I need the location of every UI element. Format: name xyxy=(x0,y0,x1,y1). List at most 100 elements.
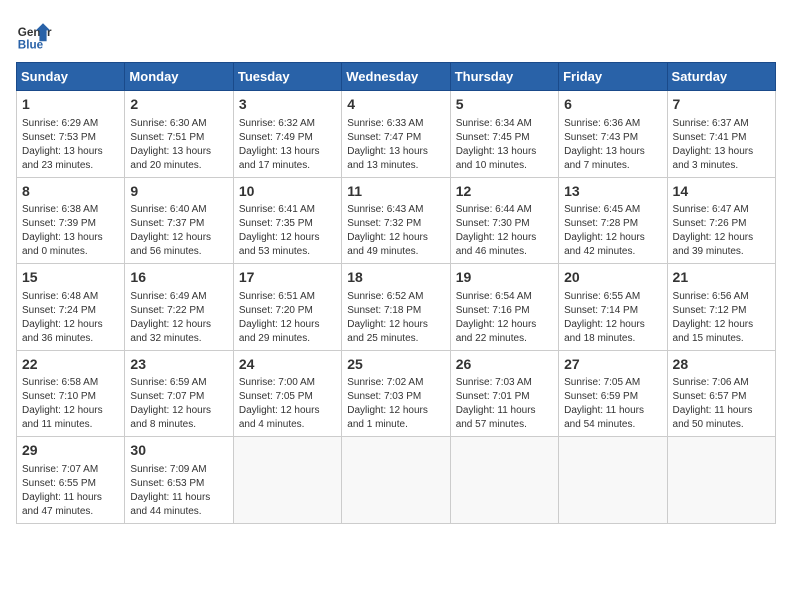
calendar-cell: 21Sunrise: 6:56 AMSunset: 7:12 PMDayligh… xyxy=(667,264,775,351)
day-number: 4 xyxy=(347,95,444,115)
header-thursday: Thursday xyxy=(450,63,558,91)
day-info: Sunrise: 6:45 AMSunset: 7:28 PMDaylight:… xyxy=(564,203,661,259)
calendar-cell xyxy=(559,437,667,524)
calendar-cell xyxy=(450,437,558,524)
day-number: 16 xyxy=(130,268,227,288)
header-wednesday: Wednesday xyxy=(342,63,450,91)
day-number: 2 xyxy=(130,95,227,115)
calendar-cell: 4Sunrise: 6:33 AMSunset: 7:47 PMDaylight… xyxy=(342,91,450,178)
header-friday: Friday xyxy=(559,63,667,91)
day-number: 3 xyxy=(239,95,336,115)
calendar-cell: 23Sunrise: 6:59 AMSunset: 7:07 PMDayligh… xyxy=(125,350,233,437)
calendar-cell: 19Sunrise: 6:54 AMSunset: 7:16 PMDayligh… xyxy=(450,264,558,351)
day-info: Sunrise: 6:30 AMSunset: 7:51 PMDaylight:… xyxy=(130,117,227,173)
day-info: Sunrise: 6:29 AMSunset: 7:53 PMDaylight:… xyxy=(22,117,119,173)
day-number: 30 xyxy=(130,441,227,461)
calendar-cell: 17Sunrise: 6:51 AMSunset: 7:20 PMDayligh… xyxy=(233,264,341,351)
day-info: Sunrise: 6:55 AMSunset: 7:14 PMDaylight:… xyxy=(564,290,661,346)
day-info: Sunrise: 6:48 AMSunset: 7:24 PMDaylight:… xyxy=(22,290,119,346)
day-info: Sunrise: 6:34 AMSunset: 7:45 PMDaylight:… xyxy=(456,117,553,173)
day-number: 12 xyxy=(456,182,553,202)
calendar-body: 1Sunrise: 6:29 AMSunset: 7:53 PMDaylight… xyxy=(17,91,776,524)
day-info: Sunrise: 6:37 AMSunset: 7:41 PMDaylight:… xyxy=(673,117,770,173)
day-number: 13 xyxy=(564,182,661,202)
calendar-cell: 9Sunrise: 6:40 AMSunset: 7:37 PMDaylight… xyxy=(125,177,233,264)
calendar-cell: 14Sunrise: 6:47 AMSunset: 7:26 PMDayligh… xyxy=(667,177,775,264)
calendar-cell: 24Sunrise: 7:00 AMSunset: 7:05 PMDayligh… xyxy=(233,350,341,437)
header-sunday: Sunday xyxy=(17,63,125,91)
day-number: 9 xyxy=(130,182,227,202)
day-info: Sunrise: 7:05 AMSunset: 6:59 PMDaylight:… xyxy=(564,376,661,432)
header-monday: Monday xyxy=(125,63,233,91)
day-info: Sunrise: 7:02 AMSunset: 7:03 PMDaylight:… xyxy=(347,376,444,432)
day-number: 19 xyxy=(456,268,553,288)
calendar-cell: 1Sunrise: 6:29 AMSunset: 7:53 PMDaylight… xyxy=(17,91,125,178)
calendar-cell: 15Sunrise: 6:48 AMSunset: 7:24 PMDayligh… xyxy=(17,264,125,351)
calendar-week-row: 15Sunrise: 6:48 AMSunset: 7:24 PMDayligh… xyxy=(17,264,776,351)
day-number: 20 xyxy=(564,268,661,288)
calendar-cell: 28Sunrise: 7:06 AMSunset: 6:57 PMDayligh… xyxy=(667,350,775,437)
calendar-cell: 13Sunrise: 6:45 AMSunset: 7:28 PMDayligh… xyxy=(559,177,667,264)
calendar-cell: 12Sunrise: 6:44 AMSunset: 7:30 PMDayligh… xyxy=(450,177,558,264)
weekday-header-row: Sunday Monday Tuesday Wednesday Thursday… xyxy=(17,63,776,91)
calendar-cell xyxy=(667,437,775,524)
day-number: 18 xyxy=(347,268,444,288)
calendar-cell: 27Sunrise: 7:05 AMSunset: 6:59 PMDayligh… xyxy=(559,350,667,437)
day-info: Sunrise: 6:43 AMSunset: 7:32 PMDaylight:… xyxy=(347,203,444,259)
calendar-table: Sunday Monday Tuesday Wednesday Thursday… xyxy=(16,62,776,524)
day-number: 11 xyxy=(347,182,444,202)
calendar-cell: 20Sunrise: 6:55 AMSunset: 7:14 PMDayligh… xyxy=(559,264,667,351)
calendar-cell: 26Sunrise: 7:03 AMSunset: 7:01 PMDayligh… xyxy=(450,350,558,437)
day-info: Sunrise: 6:47 AMSunset: 7:26 PMDaylight:… xyxy=(673,203,770,259)
calendar-cell: 16Sunrise: 6:49 AMSunset: 7:22 PMDayligh… xyxy=(125,264,233,351)
calendar-cell: 7Sunrise: 6:37 AMSunset: 7:41 PMDaylight… xyxy=(667,91,775,178)
calendar-cell: 5Sunrise: 6:34 AMSunset: 7:45 PMDaylight… xyxy=(450,91,558,178)
calendar-cell xyxy=(233,437,341,524)
logo: General Blue xyxy=(16,16,52,52)
calendar-cell xyxy=(342,437,450,524)
day-number: 22 xyxy=(22,355,119,375)
day-info: Sunrise: 6:52 AMSunset: 7:18 PMDaylight:… xyxy=(347,290,444,346)
day-number: 5 xyxy=(456,95,553,115)
day-info: Sunrise: 6:44 AMSunset: 7:30 PMDaylight:… xyxy=(456,203,553,259)
calendar-cell: 6Sunrise: 6:36 AMSunset: 7:43 PMDaylight… xyxy=(559,91,667,178)
day-info: Sunrise: 7:03 AMSunset: 7:01 PMDaylight:… xyxy=(456,376,553,432)
calendar-week-row: 22Sunrise: 6:58 AMSunset: 7:10 PMDayligh… xyxy=(17,350,776,437)
day-info: Sunrise: 7:09 AMSunset: 6:53 PMDaylight:… xyxy=(130,463,227,519)
day-info: Sunrise: 6:40 AMSunset: 7:37 PMDaylight:… xyxy=(130,203,227,259)
day-info: Sunrise: 6:41 AMSunset: 7:35 PMDaylight:… xyxy=(239,203,336,259)
calendar-week-row: 1Sunrise: 6:29 AMSunset: 7:53 PMDaylight… xyxy=(17,91,776,178)
calendar-cell: 22Sunrise: 6:58 AMSunset: 7:10 PMDayligh… xyxy=(17,350,125,437)
day-info: Sunrise: 6:32 AMSunset: 7:49 PMDaylight:… xyxy=(239,117,336,173)
day-info: Sunrise: 7:07 AMSunset: 6:55 PMDaylight:… xyxy=(22,463,119,519)
header-saturday: Saturday xyxy=(667,63,775,91)
day-number: 14 xyxy=(673,182,770,202)
day-info: Sunrise: 6:38 AMSunset: 7:39 PMDaylight:… xyxy=(22,203,119,259)
day-info: Sunrise: 6:58 AMSunset: 7:10 PMDaylight:… xyxy=(22,376,119,432)
day-number: 21 xyxy=(673,268,770,288)
day-info: Sunrise: 6:51 AMSunset: 7:20 PMDaylight:… xyxy=(239,290,336,346)
day-info: Sunrise: 7:00 AMSunset: 7:05 PMDaylight:… xyxy=(239,376,336,432)
calendar-cell: 30Sunrise: 7:09 AMSunset: 6:53 PMDayligh… xyxy=(125,437,233,524)
calendar-cell: 2Sunrise: 6:30 AMSunset: 7:51 PMDaylight… xyxy=(125,91,233,178)
day-number: 23 xyxy=(130,355,227,375)
day-number: 25 xyxy=(347,355,444,375)
day-info: Sunrise: 6:49 AMSunset: 7:22 PMDaylight:… xyxy=(130,290,227,346)
day-info: Sunrise: 6:36 AMSunset: 7:43 PMDaylight:… xyxy=(564,117,661,173)
calendar-cell: 25Sunrise: 7:02 AMSunset: 7:03 PMDayligh… xyxy=(342,350,450,437)
day-info: Sunrise: 6:56 AMSunset: 7:12 PMDaylight:… xyxy=(673,290,770,346)
day-number: 27 xyxy=(564,355,661,375)
day-number: 6 xyxy=(564,95,661,115)
day-number: 17 xyxy=(239,268,336,288)
day-number: 8 xyxy=(22,182,119,202)
day-number: 15 xyxy=(22,268,119,288)
calendar-cell: 18Sunrise: 6:52 AMSunset: 7:18 PMDayligh… xyxy=(342,264,450,351)
day-number: 26 xyxy=(456,355,553,375)
page-header: General Blue xyxy=(16,16,776,52)
calendar-cell: 3Sunrise: 6:32 AMSunset: 7:49 PMDaylight… xyxy=(233,91,341,178)
day-info: Sunrise: 7:06 AMSunset: 6:57 PMDaylight:… xyxy=(673,376,770,432)
header-tuesday: Tuesday xyxy=(233,63,341,91)
day-info: Sunrise: 6:33 AMSunset: 7:47 PMDaylight:… xyxy=(347,117,444,173)
calendar-week-row: 8Sunrise: 6:38 AMSunset: 7:39 PMDaylight… xyxy=(17,177,776,264)
calendar-cell: 10Sunrise: 6:41 AMSunset: 7:35 PMDayligh… xyxy=(233,177,341,264)
